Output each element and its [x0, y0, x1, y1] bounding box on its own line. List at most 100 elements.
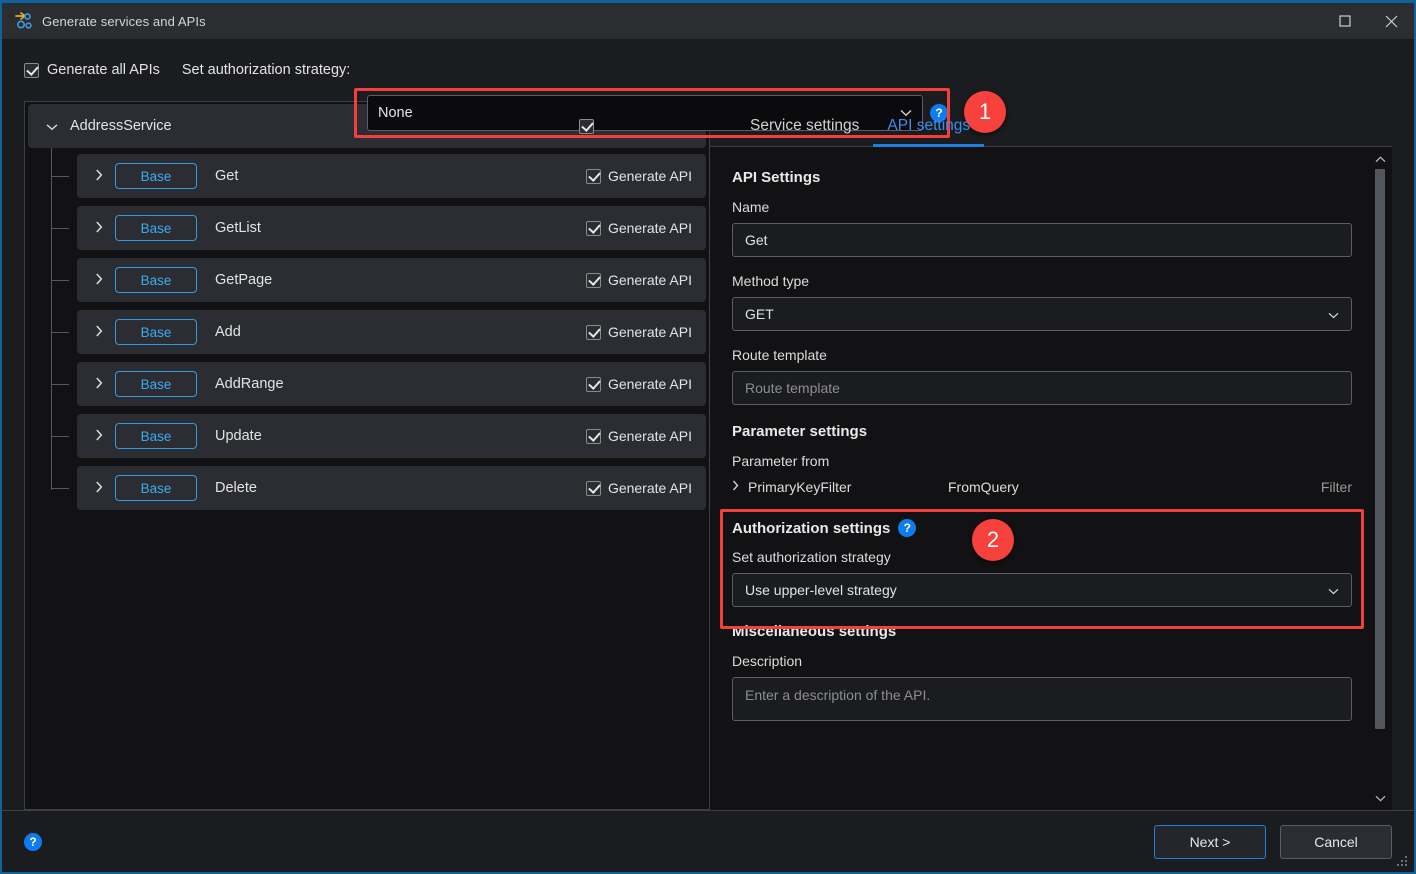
dialog-help-icon[interactable]: ? — [24, 832, 42, 851]
base-chip[interactable]: Base — [115, 371, 197, 397]
tree-row[interactable]: Base Update Generate API — [51, 414, 706, 458]
scroll-down-icon[interactable] — [1372, 790, 1388, 806]
generate-all-apis-label: Generate all APIs — [47, 62, 160, 78]
name-input[interactable]: Get — [732, 223, 1352, 257]
chevron-right-icon[interactable] — [89, 428, 109, 444]
set-authorization-strategy-label: Set authorization strategy: — [181, 62, 351, 78]
authorization-settings-heading: Authorization settings — [732, 519, 891, 537]
api-name-label: Delete — [215, 480, 257, 496]
authorization-settings-header: Authorization settings ? — [732, 519, 1352, 537]
chevron-right-icon[interactable] — [89, 376, 109, 392]
generate-api-checkbox[interactable]: Generate API — [585, 272, 692, 288]
parameter-settings-heading: Parameter settings — [732, 423, 868, 440]
tree-row[interactable]: Base AddRange Generate API — [51, 362, 706, 406]
parameter-filter-label: Filter — [1320, 479, 1352, 495]
api-name-label: Add — [215, 324, 241, 340]
tree-row[interactable]: Base Add Generate API — [51, 310, 706, 354]
tree-row[interactable]: Base GetPage Generate API — [51, 258, 706, 302]
scrollbar-track[interactable] — [1375, 167, 1385, 790]
method-type-value: GET — [745, 306, 774, 322]
description-textarea[interactable]: Enter a description of the API. — [732, 677, 1352, 721]
generate-api-check-box-glyph[interactable] — [585, 220, 601, 236]
api-name-label: AddRange — [215, 376, 284, 392]
chevron-right-icon[interactable] — [89, 220, 109, 236]
chevron-down-icon — [1328, 306, 1339, 322]
parameter-name: PrimaryKeyFilter — [748, 479, 852, 495]
scroll-up-icon[interactable] — [1372, 151, 1388, 167]
settings-panel: Service settings API settings API Settin… — [710, 101, 1392, 810]
generate-api-label: Generate API — [607, 480, 692, 496]
chevron-down-icon[interactable] — [46, 119, 64, 134]
chevron-right-icon[interactable] — [732, 480, 748, 494]
route-template-label: Route template — [732, 347, 827, 363]
name-input-value: Get — [745, 232, 768, 248]
scrollbar-thumb[interactable] — [1375, 169, 1385, 729]
tree-row[interactable]: Base Get Generate API — [51, 154, 706, 198]
next-button[interactable]: Next > — [1154, 824, 1266, 859]
maximize-icon[interactable] — [1322, 3, 1368, 39]
generate-api-check-box-glyph[interactable] — [585, 480, 601, 496]
description-placeholder: Enter a description of the API. — [745, 687, 931, 703]
chevron-right-icon[interactable] — [89, 272, 109, 288]
annotation-badge-2: 2 — [972, 519, 1014, 561]
cancel-button[interactable]: Cancel — [1280, 824, 1392, 859]
authorization-settings-section: Authorization settings ? Set authorizati… — [720, 509, 1364, 629]
generate-api-check-box-glyph[interactable] — [585, 272, 601, 288]
tab-service-settings[interactable]: Service settings — [736, 117, 873, 146]
api-name-label: GetPage — [215, 272, 273, 288]
title-bar: Generate services and APIs — [2, 3, 1414, 39]
generate-api-check-box-glyph[interactable] — [585, 376, 601, 392]
generate-api-check-box-glyph[interactable] — [585, 428, 601, 444]
api-name-label: Get — [215, 168, 239, 184]
api-name-label: Update — [215, 428, 262, 444]
base-chip[interactable]: Base — [115, 267, 197, 293]
generate-services-icon — [14, 11, 34, 31]
base-chip[interactable]: Base — [115, 475, 197, 501]
parameter-row[interactable]: PrimaryKeyFilter FromQuery Filter — [732, 479, 1352, 495]
base-chip[interactable]: Base — [115, 215, 197, 241]
settings-scrollbar[interactable] — [1372, 151, 1388, 806]
window-title: Generate services and APIs — [42, 13, 206, 29]
services-tree-panel: AddressService Generate APIs Base Get — [24, 101, 710, 810]
generate-api-checkbox[interactable]: Generate API — [585, 376, 692, 392]
dialog-footer: ? Next > Cancel — [2, 810, 1414, 872]
miscellaneous-settings-heading: Miscellaneous settings — [732, 623, 897, 640]
generate-api-label: Generate API — [607, 376, 692, 392]
generate-all-apis-check-box-glyph[interactable] — [24, 62, 39, 78]
authorization-strategy-bar: Generate all APIs Set authorization stra… — [2, 39, 1414, 138]
tab-api-settings[interactable]: API settings — [873, 117, 984, 147]
api-authorization-strategy-dropdown[interactable]: Use upper-level strategy — [732, 573, 1352, 607]
generate-api-check-box-glyph[interactable] — [585, 168, 601, 184]
generate-api-checkbox[interactable]: Generate API — [585, 480, 692, 496]
tree-row[interactable]: Base GetList Generate API — [51, 206, 706, 250]
generate-all-apis-checkbox[interactable]: Generate all APIs — [24, 62, 160, 78]
parameter-binding-source: FromQuery — [948, 479, 1019, 495]
chevron-down-icon — [1328, 582, 1339, 598]
generate-services-dialog: Generate services and APIs Generate all … — [0, 0, 1416, 874]
route-template-input[interactable]: Route template — [732, 371, 1352, 405]
generate-api-checkbox[interactable]: Generate API — [585, 324, 692, 340]
generate-api-label: Generate API — [607, 324, 692, 340]
generate-api-label: Generate API — [607, 168, 692, 184]
api-name-label: GetList — [215, 220, 261, 236]
base-chip[interactable]: Base — [115, 319, 197, 345]
close-icon[interactable] — [1368, 3, 1414, 39]
chevron-right-icon[interactable] — [89, 324, 109, 340]
dialog-body: AddressService Generate APIs Base Get — [2, 101, 1414, 810]
generate-api-label: Generate API — [607, 428, 692, 444]
base-chip[interactable]: Base — [115, 163, 197, 189]
method-type-dropdown[interactable]: GET — [732, 297, 1352, 331]
generate-apis-check-box-glyph[interactable] — [578, 118, 594, 134]
tree-row[interactable]: Base Delete Generate API — [51, 466, 706, 510]
authorization-settings-help-icon[interactable]: ? — [898, 519, 917, 537]
chevron-right-icon[interactable] — [89, 480, 109, 496]
chevron-right-icon[interactable] — [89, 168, 109, 184]
generate-api-checkbox[interactable]: Generate API — [585, 428, 692, 444]
generate-api-checkbox[interactable]: Generate API — [585, 168, 692, 184]
base-chip[interactable]: Base — [115, 423, 197, 449]
resize-grip[interactable] — [1397, 856, 1409, 868]
generate-api-label: Generate API — [607, 220, 692, 236]
generate-api-checkbox[interactable]: Generate API — [585, 220, 692, 236]
generate-api-check-box-glyph[interactable] — [585, 324, 601, 340]
set-authorization-strategy-label: Set authorization strategy — [732, 549, 891, 565]
